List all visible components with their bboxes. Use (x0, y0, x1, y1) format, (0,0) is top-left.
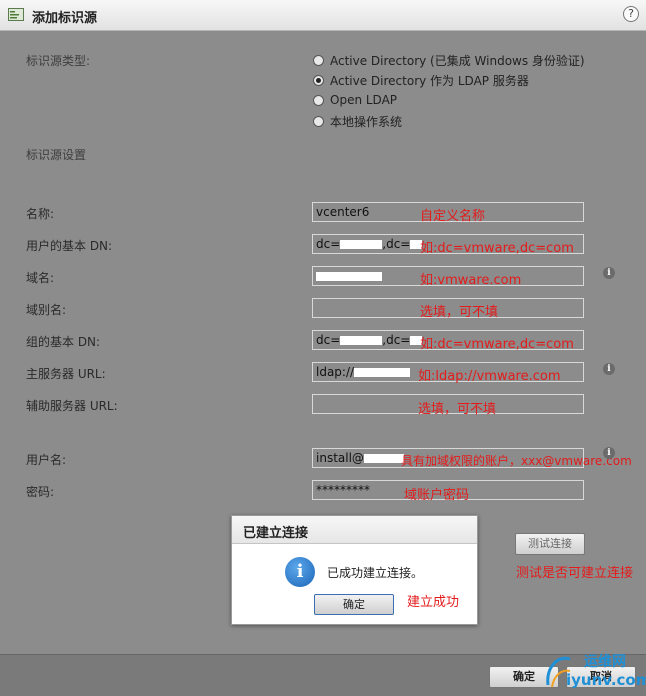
primary-server-url-info-icon[interactable]: i (603, 363, 615, 375)
password-annotation: 域账户密码 (404, 488, 470, 503)
user-base-dn-label: 用户的基本 DN: (26, 239, 113, 253)
radio-label: Active Directory 作为 LDAP 服务器 (330, 73, 529, 88)
window-title: 添加标识源 (32, 11, 98, 26)
username-info-icon[interactable]: i (603, 447, 615, 459)
test-connection-button[interactable]: 测试连接 (515, 533, 585, 555)
redacted-text (340, 336, 383, 345)
secondary-server-url-label: 辅助服务器 URL: (26, 399, 118, 413)
radio-label: Active Directory (已集成 Windows 身份验证) (330, 53, 585, 68)
secondary-server-url-annotation: 选填，可不填 (418, 402, 497, 417)
name-annotation: 自定义名称 (420, 209, 486, 224)
dialog-message: 已成功建立连接。 (327, 566, 424, 580)
title-bar: 添加标识源 ? (0, 0, 646, 31)
redacted-text (363, 454, 404, 463)
identity-source-type-label: 标识源类型: (26, 54, 91, 68)
add-identity-source-window: 添加标识源 ? 标识源类型: Active Directory (已集成 Win… (0, 0, 646, 696)
help-icon[interactable]: ? (623, 6, 639, 22)
settings-heading: 标识源设置 (26, 148, 87, 162)
radio-button-selected-icon[interactable] (313, 74, 324, 86)
redacted-text (340, 240, 383, 249)
name-label: 名称: (26, 207, 55, 221)
domain-alias-label: 域别名: (26, 303, 67, 317)
radio-button-icon[interactable] (313, 115, 324, 127)
radio-open-ldap[interactable]: Open LDAP (313, 91, 397, 109)
watermark-text-cn: 运维网 (584, 654, 626, 670)
domain-name-label: 域名: (26, 271, 55, 285)
domain-alias-annotation: 选填，可不填 (420, 305, 499, 320)
radio-local-os[interactable]: 本地操作系统 (313, 112, 402, 130)
username-label: 用户名: (26, 453, 67, 467)
password-label: 密码: (26, 485, 55, 499)
group-base-dn-annotation: 如:dc=vmware,dc=com (420, 337, 574, 352)
radio-label: 本地操作系统 (330, 114, 403, 129)
radio-button-icon[interactable] (313, 54, 324, 66)
radio-label: Open LDAP (330, 93, 398, 107)
dialog-title: 已建立连接 (232, 516, 477, 544)
domain-name-info-icon[interactable]: i (603, 267, 615, 279)
test-connection-annotation: 测试是否可建立连接 (516, 566, 634, 581)
username-annotation: 具有加域权限的账户，xxx@vmware.com (401, 454, 632, 468)
radio-ad-ldap[interactable]: Active Directory 作为 LDAP 服务器 (313, 71, 529, 89)
redacted-text (354, 368, 411, 377)
dialog-ok-button[interactable]: 确定 (314, 594, 394, 615)
primary-server-url-label: 主服务器 URL: (26, 367, 106, 381)
radio-ad-windows[interactable]: Active Directory (已集成 Windows 身份验证) (313, 51, 585, 69)
watermark-logo: 运维网 iyunv.com (540, 645, 646, 691)
primary-server-url-annotation: 如:ldap://vmware.com (418, 369, 561, 384)
dialog-annotation: 建立成功 (407, 595, 460, 610)
user-base-dn-annotation: 如:dc=vmware,dc=com (420, 241, 574, 256)
group-base-dn-label: 组的基本 DN: (26, 335, 101, 349)
redacted-text (316, 272, 382, 281)
add-identity-source-icon (8, 8, 24, 21)
domain-name-annotation: 如:vmware.com (420, 273, 522, 288)
information-icon: i (285, 557, 315, 587)
watermark-text-url: iyunv.com (566, 671, 646, 689)
radio-button-icon[interactable] (313, 94, 324, 106)
